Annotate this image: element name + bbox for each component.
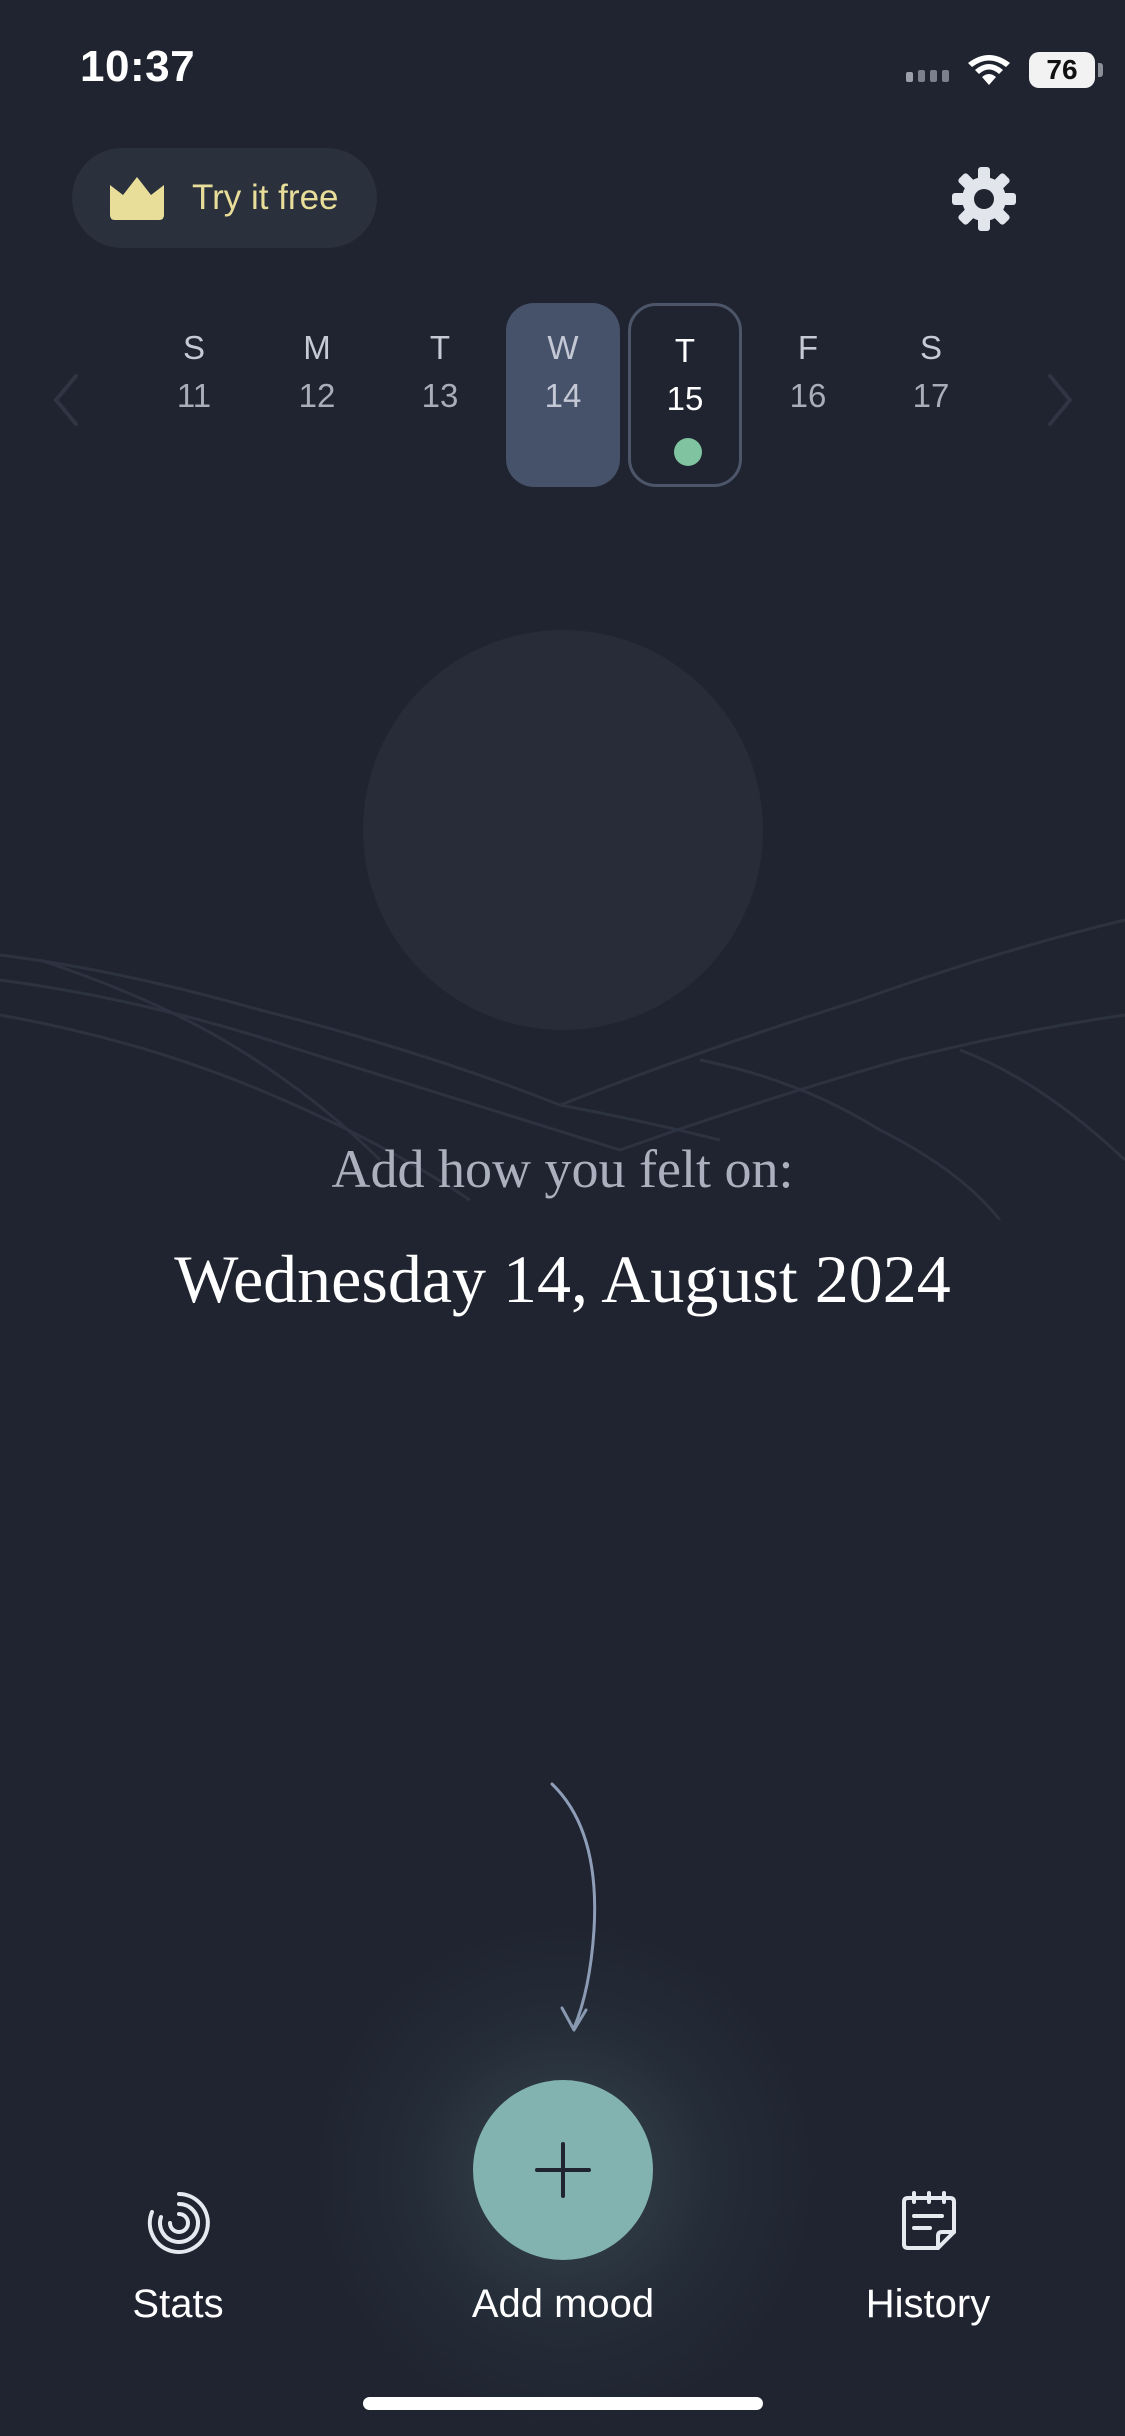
battery-icon: 76 [1029,52,1103,88]
day-thursday-15-today[interactable]: T 15 [628,303,742,487]
day-sunday-11[interactable]: S 11 [137,303,251,487]
stats-label[interactable]: Stats [108,2282,248,2327]
day-tuesday-13[interactable]: T 13 [383,303,497,487]
day-name: T [429,329,451,366]
wifi-icon [968,55,1010,85]
status-indicators: 76 [906,46,1103,94]
day-saturday-17[interactable]: S 17 [874,303,988,487]
selected-date: Wednesday 14, August 2024 [174,1241,951,1317]
day-number: 13 [421,377,459,414]
home-indicator[interactable] [363,2397,763,2410]
try-it-free-button[interactable]: Try it free [72,148,377,248]
day-number: 11 [176,377,212,414]
previous-week-arrow-icon[interactable] [46,370,86,430]
history-label[interactable]: History [848,2282,1008,2327]
day-number: 14 [544,377,582,414]
day-number: 12 [298,377,336,414]
add-mood-button[interactable] [473,2080,653,2260]
cellular-signal-icon [906,58,949,82]
day-name: M [303,329,331,366]
day-number: 15 [666,380,704,417]
next-week-arrow-icon[interactable] [1040,370,1080,430]
day-name: F [797,329,819,366]
day-friday-16[interactable]: F 16 [751,303,865,487]
mood-entry-dot [674,438,702,466]
day-wednesday-14-selected[interactable]: W 14 [506,303,620,487]
day-number: 16 [789,377,827,414]
add-mood-prompt: Add how you felt on: [331,1139,794,1199]
add-mood-label[interactable]: Add mood [443,2282,683,2327]
day-number: 17 [912,377,950,414]
plus-icon [535,2142,591,2198]
day-name: T [674,332,696,369]
day-name: S [182,329,205,366]
day-name: S [919,329,942,366]
crown-icon [110,177,164,220]
history-notes-icon[interactable] [896,2190,962,2256]
battery-level: 76 [1046,54,1078,85]
day-monday-12[interactable]: M 12 [260,303,374,487]
gear-icon[interactable] [950,165,1018,233]
status-time: 10:37 [80,42,196,91]
day-name: W [547,329,579,366]
try-it-free-label: Try it free [192,178,339,217]
stats-icon[interactable] [146,2190,212,2256]
